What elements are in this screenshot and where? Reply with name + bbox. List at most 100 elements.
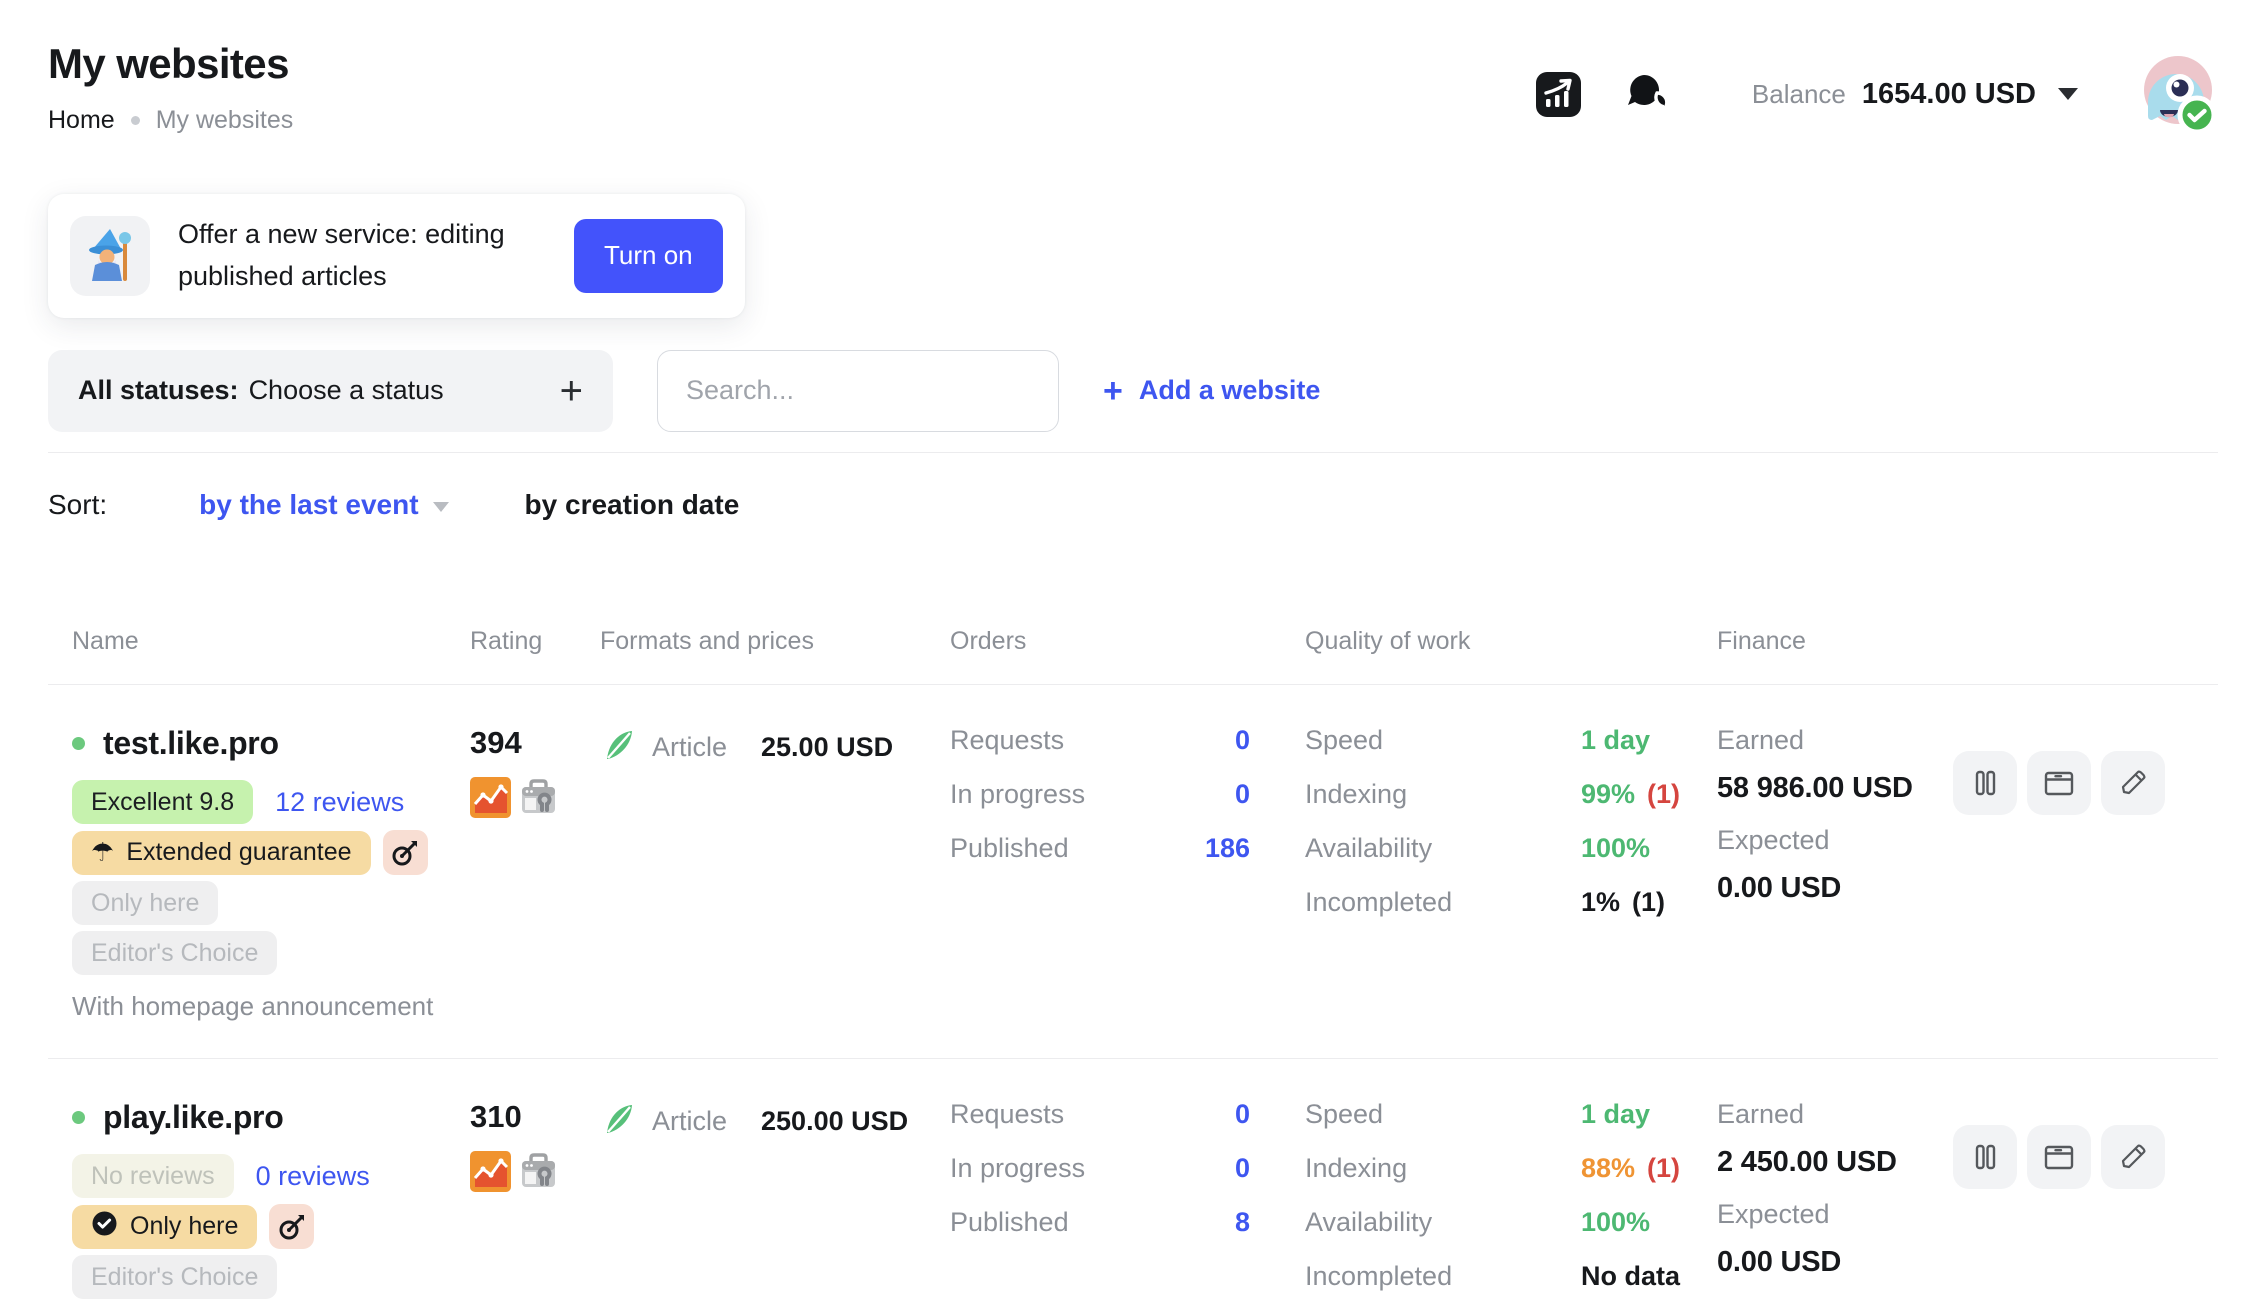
balance-label: Balance	[1752, 79, 1846, 110]
page-title: My websites	[48, 40, 293, 88]
only-here-label: Only here	[130, 1212, 238, 1241]
avatar[interactable]	[2134, 52, 2218, 136]
pause-button[interactable]	[1953, 1125, 2017, 1189]
search-console-icon	[518, 1151, 559, 1197]
rating-value: 310	[470, 1099, 600, 1135]
edit-button[interactable]	[2101, 751, 2165, 815]
breadcrumb-current: My websites	[156, 106, 294, 135]
add-website-button[interactable]: + Add a website	[1103, 374, 1320, 408]
status-filter[interactable]: All statuses: Choose a status +	[48, 350, 613, 432]
website-link[interactable]: play.like.pro	[72, 1099, 470, 1136]
editors-choice-badge: Editor's Choice	[72, 1255, 277, 1299]
column-header-rating: Rating	[470, 627, 600, 656]
feather-icon	[600, 1101, 636, 1142]
pause-button[interactable]	[1953, 751, 2017, 815]
quality-extra: (1)	[1647, 779, 1680, 810]
dart-icon	[383, 830, 428, 875]
archive-button[interactable]	[2027, 751, 2091, 815]
website-name: play.like.pro	[103, 1099, 283, 1136]
sort-option-creation-date[interactable]: by creation date	[525, 489, 740, 521]
finance-label: Earned	[1717, 1099, 1953, 1130]
banner-message: Offer a new service: editing published a…	[178, 214, 546, 298]
edit-button[interactable]	[2101, 1125, 2165, 1189]
turn-on-button[interactable]: Turn on	[574, 219, 723, 293]
table-header-row: Name Rating Formats and prices Orders Qu…	[48, 627, 2218, 685]
wizard-icon	[70, 216, 150, 296]
editors-choice-badge: Editor's Choice	[72, 931, 277, 975]
orders-value[interactable]: 0	[1235, 779, 1250, 810]
table-row: test.like.pro Excellent 9.8 12 reviews ☂…	[48, 685, 2218, 1059]
reviews-link[interactable]: 0 reviews	[256, 1161, 370, 1192]
rating-value: 394	[470, 725, 600, 761]
quality-value: 100%	[1581, 833, 1650, 864]
breadcrumb: Home My websites	[48, 106, 293, 135]
orders-label: In progress	[950, 1153, 1085, 1184]
guarantee-badge-label: Extended guarantee	[126, 838, 351, 867]
chevron-down-icon	[2058, 88, 2078, 100]
orders-value[interactable]: 0	[1235, 1153, 1250, 1184]
status-dot	[72, 1111, 85, 1124]
finance-value: 0.00 USD	[1717, 1246, 1953, 1279]
orders-label: Requests	[950, 1099, 1064, 1130]
status-filter-value: Choose a status	[249, 375, 444, 406]
quality-label: Speed	[1305, 725, 1581, 756]
quality-value: 88%	[1581, 1153, 1635, 1184]
orders-value[interactable]: 186	[1205, 833, 1250, 864]
plus-icon: +	[1103, 374, 1123, 408]
search-input[interactable]	[657, 350, 1059, 432]
status-filter-label: All statuses:	[78, 375, 239, 406]
format-price: 25.00 USD	[761, 732, 893, 763]
google-analytics-icon	[470, 1151, 511, 1197]
search-box	[657, 350, 1059, 432]
only-here-feature-badge: Only here	[72, 1205, 257, 1249]
quality-value: 1%	[1581, 887, 1620, 918]
feather-icon	[600, 727, 636, 768]
finance-value: 58 986.00 USD	[1717, 772, 1953, 805]
websites-table: Name Rating Formats and prices Orders Qu…	[48, 627, 2218, 1308]
archive-button[interactable]	[2027, 1125, 2091, 1189]
finance-value: 0.00 USD	[1717, 872, 1953, 905]
promo-banner: Offer a new service: editing published a…	[48, 194, 745, 318]
format-label: Article	[652, 732, 727, 763]
search-console-icon	[518, 777, 559, 823]
orders-label: Published	[950, 1207, 1069, 1238]
quality-label: Indexing	[1305, 1153, 1581, 1184]
table-row: play.like.pro No reviews 0 reviews Only …	[48, 1059, 2218, 1308]
status-dot	[72, 737, 85, 750]
quality-value: No data	[1581, 1261, 1680, 1292]
dart-icon	[269, 1204, 314, 1249]
chat-icon[interactable]	[1624, 71, 1670, 117]
only-here-badge: Only here	[72, 881, 218, 925]
finance-label: Expected	[1717, 825, 1953, 856]
google-analytics-icon	[470, 777, 511, 823]
analytics-icon[interactable]	[1535, 71, 1582, 118]
quality-label: Speed	[1305, 1099, 1581, 1130]
website-link[interactable]: test.like.pro	[72, 725, 470, 762]
quality-extra: (1)	[1632, 887, 1665, 918]
balance-value: 1654.00 USD	[1862, 78, 2036, 111]
quality-value: 99%	[1581, 779, 1635, 810]
rating-badge: No reviews	[72, 1154, 234, 1198]
quality-label: Indexing	[1305, 779, 1581, 810]
breadcrumb-separator	[131, 116, 140, 125]
breadcrumb-home[interactable]: Home	[48, 106, 115, 135]
divider	[48, 452, 2218, 454]
balance-dropdown[interactable]: Balance 1654.00 USD	[1752, 78, 2078, 111]
chevron-down-icon	[433, 502, 449, 512]
quality-value: 100%	[1581, 1207, 1650, 1238]
column-header-quality: Quality of work	[1305, 627, 1717, 656]
homepage-note: With homepage announcement	[72, 991, 470, 1022]
reviews-link[interactable]: 12 reviews	[275, 787, 404, 818]
sort-active-label: by the last event	[199, 489, 418, 521]
orders-value[interactable]: 0	[1235, 1099, 1250, 1130]
guarantee-badge: ☂ Extended guarantee	[72, 831, 371, 875]
sort-option-last-event[interactable]: by the last event	[199, 489, 448, 521]
quality-value: 1 day	[1581, 1099, 1650, 1130]
orders-label: Published	[950, 833, 1069, 864]
orders-value[interactable]: 0	[1235, 725, 1250, 756]
quality-value: 1 day	[1581, 725, 1650, 756]
orders-value[interactable]: 8	[1235, 1207, 1250, 1238]
check-circle-icon	[91, 1210, 118, 1244]
quality-extra: (1)	[1647, 1153, 1680, 1184]
quality-label: Availability	[1305, 833, 1581, 864]
